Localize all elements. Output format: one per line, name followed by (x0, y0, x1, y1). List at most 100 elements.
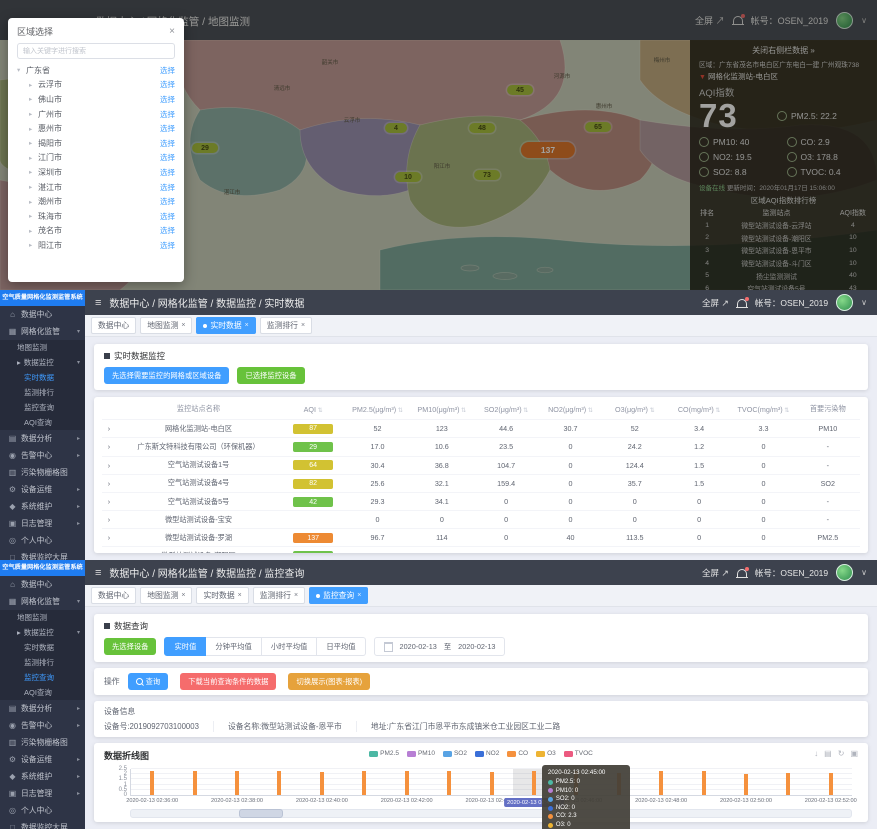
row-expander-icon[interactable]: › (102, 438, 116, 456)
legend-item-O3[interactable]: O3 (536, 750, 556, 757)
mode-option-分钟平均值[interactable]: 分钟平均值 (206, 637, 261, 656)
tree-node-city[interactable]: ▸茂名市选择 (17, 224, 175, 239)
sidebar-item-maintain[interactable]: ◆系统维护▸ (0, 498, 85, 515)
close-icon[interactable]: × (181, 322, 185, 329)
bar-CO[interactable] (235, 771, 239, 795)
sidebar-item-device[interactable]: ⚙设备运维▸ (0, 481, 85, 498)
bar-CO[interactable] (277, 771, 281, 795)
column-header[interactable]: CO(mg/m³) ⇅ (667, 399, 731, 420)
column-header[interactable]: 监控站点名称 (116, 399, 281, 420)
tree-node-city[interactable]: ▸云浮市选择 (17, 78, 175, 93)
legend-item-SO2[interactable]: SO2 (443, 750, 467, 757)
sidebar-item-raster[interactable]: ▥污染物栅格图 (0, 734, 85, 751)
select-grid-devices-button[interactable]: 先选择需要监控的网格或区域设备 (104, 367, 229, 384)
notification-bell-icon[interactable] (737, 569, 747, 577)
tree-node-city[interactable]: ▸珠海市选择 (17, 209, 175, 224)
select-region-link[interactable]: 选择 (160, 182, 175, 193)
column-header[interactable]: PM2.5(μg/m³) ⇅ (345, 399, 409, 420)
tab-实时数据[interactable]: 实时数据× (196, 587, 248, 604)
select-region-link[interactable]: 选择 (160, 123, 175, 134)
tab-实时数据[interactable]: 实时数据× (196, 317, 255, 334)
table-row[interactable]: ›空气站测试设备4号8225.632.1159.4035.71.50SO2 (102, 474, 860, 492)
select-region-link[interactable]: 选择 (160, 225, 175, 236)
legend-item-NO2[interactable]: NO2 (475, 750, 499, 757)
bar-CO[interactable] (829, 773, 833, 795)
close-icon[interactable]: × (301, 322, 305, 329)
switch-view-button[interactable]: 切换展示(图表-报表) (288, 673, 370, 690)
table-row[interactable]: ›微型站测试设备-罗湖13796.7114040113.500PM2.5 (102, 529, 860, 547)
menu-toggle-icon[interactable]: ≡ (95, 567, 101, 579)
select-region-link[interactable]: 选择 (160, 196, 175, 207)
tab-监测排行[interactable]: 监测排行× (260, 317, 312, 334)
column-header[interactable]: SO2(μg/m³) ⇅ (474, 399, 538, 420)
tree-node-city[interactable]: ▸广州市选择 (17, 107, 175, 122)
bar-CO[interactable] (150, 771, 154, 795)
tab-监测排行[interactable]: 监测排行× (253, 587, 305, 604)
sort-icon[interactable]: ⇅ (460, 408, 467, 414)
legend-item-PM10[interactable]: PM10 (407, 750, 435, 757)
mode-option-日平均值[interactable]: 日平均值 (317, 637, 365, 656)
sidebar-item-maintain[interactable]: ◆系统维护▸ (0, 768, 85, 785)
avatar[interactable] (836, 294, 853, 311)
column-header[interactable]: PM10(μg/m³) ⇅ (410, 399, 474, 420)
sidebar-item-device[interactable]: ⚙设备运维▸ (0, 751, 85, 768)
sidebar-item-home[interactable]: ⌂数据中心 (0, 576, 85, 593)
bar-CO[interactable] (193, 771, 197, 795)
sidebar-item-map-monitor[interactable]: 地图监测 (0, 340, 85, 355)
sort-icon[interactable]: ⇅ (714, 408, 721, 414)
column-header[interactable]: AQI ⇅ (281, 399, 345, 420)
tab-地图监测[interactable]: 地图监测× (140, 317, 192, 334)
sidebar-item-alert[interactable]: ◉告警中心▸ (0, 717, 85, 734)
bar-CO[interactable] (405, 771, 409, 795)
table-row[interactable]: ›广东斯文特科技有限公司（环保机器）2917.010.623.5024.21.2… (102, 438, 860, 456)
tab-监控查询[interactable]: 监控查询× (309, 587, 368, 604)
sidebar-item-screen[interactable]: □数据监控大屏 (0, 549, 85, 560)
row-expander-icon[interactable]: › (102, 493, 116, 511)
date-range-picker[interactable]: 2020-02-13 至 2020-02-13 (374, 637, 506, 656)
column-header[interactable]: 首要污染物 (796, 399, 860, 420)
sort-icon[interactable]: ⇅ (586, 408, 593, 414)
tab-地图监测[interactable]: 地图监测× (140, 587, 192, 604)
close-icon[interactable]: × (357, 592, 361, 599)
menu-toggle-icon[interactable]: ≡ (95, 297, 101, 309)
tree-node-province[interactable]: ▾广东省选择 (17, 63, 175, 78)
select-region-link[interactable]: 选择 (160, 138, 175, 149)
bar-CO[interactable] (786, 773, 790, 795)
sidebar-item-grid[interactable]: ▦网格化监管▾ (0, 593, 85, 610)
fullscreen-button[interactable]: 全屏 ↗ (702, 297, 729, 309)
sidebar-item-AQI查询[interactable]: AQI查询 (0, 415, 85, 430)
tree-node-city[interactable]: ▸阳江市选择 (17, 238, 175, 253)
column-header[interactable]: TVOC(mg/m³) ⇅ (731, 399, 795, 420)
tree-node-city[interactable]: ▸惠州市选择 (17, 121, 175, 136)
close-icon[interactable]: × (181, 592, 185, 599)
legend-item-TVOC[interactable]: TVOC (564, 750, 593, 757)
chevron-down-icon[interactable]: ∨ (861, 298, 867, 307)
sort-icon[interactable]: ⇅ (522, 408, 529, 414)
sort-icon[interactable]: ⇅ (783, 408, 790, 414)
sidebar-item-analysis[interactable]: ▤数据分析▸ (0, 700, 85, 717)
chevron-down-icon[interactable]: ∨ (861, 568, 867, 577)
select-region-link[interactable]: 选择 (160, 109, 175, 120)
selected-devices-button[interactable]: 已选择监控设备 (237, 367, 304, 384)
close-icon[interactable]: × (294, 592, 298, 599)
sidebar-item-监控查询[interactable]: 监控查询 (0, 670, 85, 685)
row-expander-icon[interactable]: › (102, 511, 116, 529)
region-search-input[interactable] (17, 43, 175, 59)
legend-item-PM2.5[interactable]: PM2.5 (369, 750, 399, 757)
select-region-link[interactable]: 选择 (160, 211, 175, 222)
avatar[interactable] (836, 564, 853, 581)
tab-数据中心[interactable]: 数据中心 (91, 587, 136, 604)
sidebar-item-map-monitor[interactable]: 地图监测 (0, 610, 85, 625)
sidebar-item-实时数据[interactable]: 实时数据 (0, 370, 85, 385)
select-region-link[interactable]: 选择 (160, 167, 175, 178)
column-header[interactable]: O3(μg/m³) ⇅ (603, 399, 667, 420)
sort-icon[interactable]: ⇅ (316, 408, 323, 414)
row-expander-icon[interactable]: › (102, 547, 116, 553)
table-row[interactable]: ›微型站测试设备-宝安0000000- (102, 511, 860, 529)
tree-node-city[interactable]: ▸湛江市选择 (17, 180, 175, 195)
row-expander-icon[interactable]: › (102, 420, 116, 438)
fullscreen-button[interactable]: 全屏 ↗ (702, 567, 729, 579)
close-icon[interactable]: × (169, 27, 175, 37)
sidebar-item-log[interactable]: ▣日志管理▸ (0, 515, 85, 532)
date-to[interactable]: 2020-02-13 (458, 642, 495, 651)
